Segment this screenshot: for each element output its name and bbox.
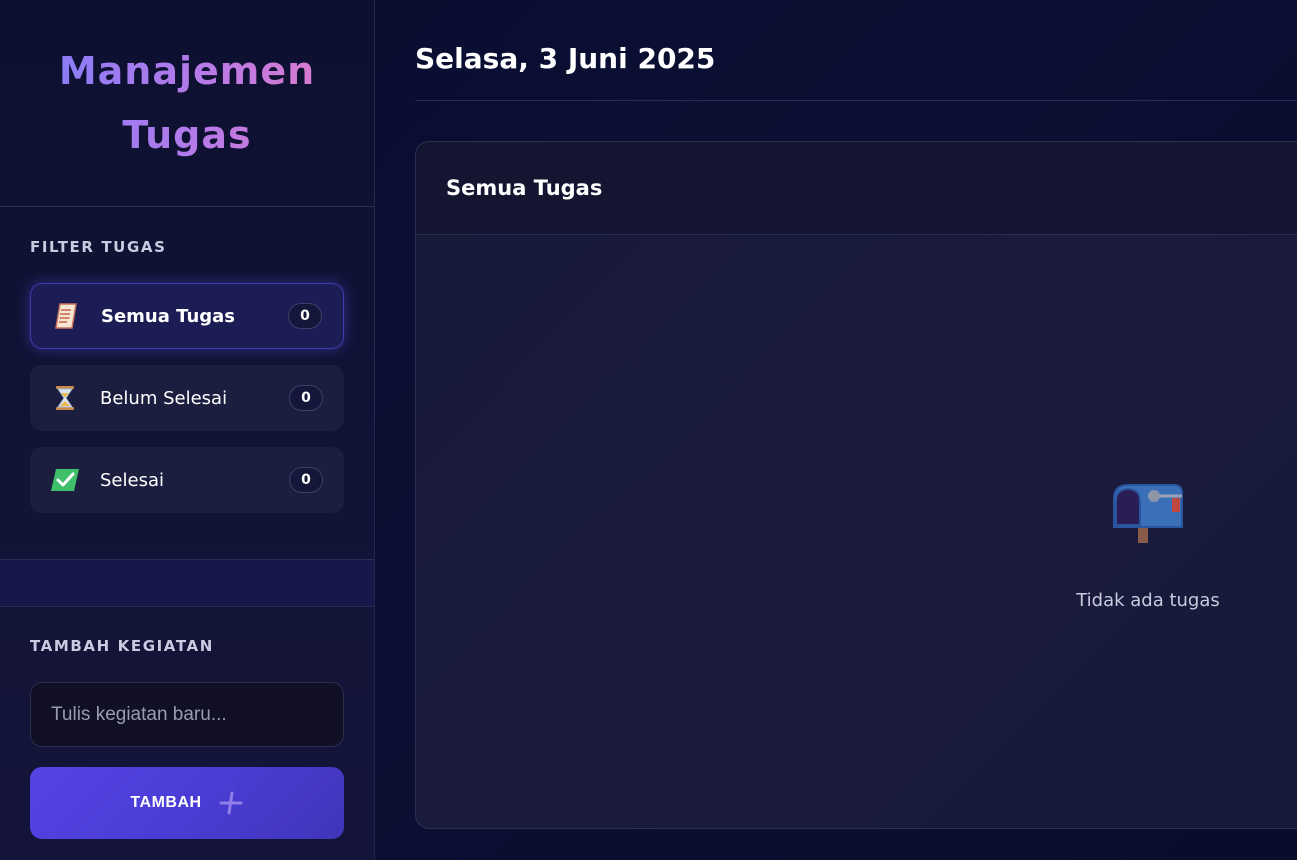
filter-all-tasks[interactable]: Semua Tugas 0	[30, 283, 344, 349]
memo-icon	[31, 303, 101, 329]
mailbox-icon	[1110, 481, 1186, 549]
header-divider	[415, 100, 1297, 101]
sidebar: Manajemen Tugas FILTER TUGAS Semua Tugas…	[0, 0, 375, 860]
filter-all-tasks-label: Semua Tugas	[101, 305, 236, 327]
tasks-panel-title: Semua Tugas	[446, 176, 603, 200]
plus-icon	[218, 790, 244, 816]
current-date: Selasa, 3 Juni 2025	[415, 42, 716, 75]
app-title: Manajemen Tugas	[57, 39, 317, 167]
filter-heading: FILTER TUGAS	[30, 238, 167, 256]
new-task-input[interactable]	[30, 682, 344, 747]
sidebar-divider	[0, 559, 374, 607]
filter-all-tasks-count: 0	[288, 303, 322, 329]
add-heading: TAMBAH KEGIATAN	[30, 637, 214, 655]
empty-state: Tidak ada tugas	[416, 235, 1297, 828]
app: Manajemen Tugas FILTER TUGAS Semua Tugas…	[0, 0, 1297, 860]
empty-state-message: Tidak ada tugas	[1076, 590, 1220, 611]
brand: Manajemen Tugas	[0, 0, 374, 207]
filter-pending-label: Belum Selesai	[100, 387, 228, 409]
filter-pending-count: 0	[289, 385, 323, 411]
filter-completed[interactable]: Selesai 0	[30, 447, 344, 513]
filter-completed-count: 0	[289, 467, 323, 493]
filter-pending[interactable]: Belum Selesai 0	[30, 365, 344, 431]
hourglass-icon	[30, 385, 100, 411]
add-task-button[interactable]: TAMBAH	[30, 767, 344, 839]
filter-completed-label: Selesai	[100, 469, 164, 491]
check-mark-icon	[30, 468, 100, 492]
tasks-panel: Semua Tugas Tidak ada tugas	[415, 141, 1297, 829]
add-task-button-label: TAMBAH	[130, 794, 202, 811]
tasks-panel-header: Semua Tugas	[416, 142, 1297, 235]
